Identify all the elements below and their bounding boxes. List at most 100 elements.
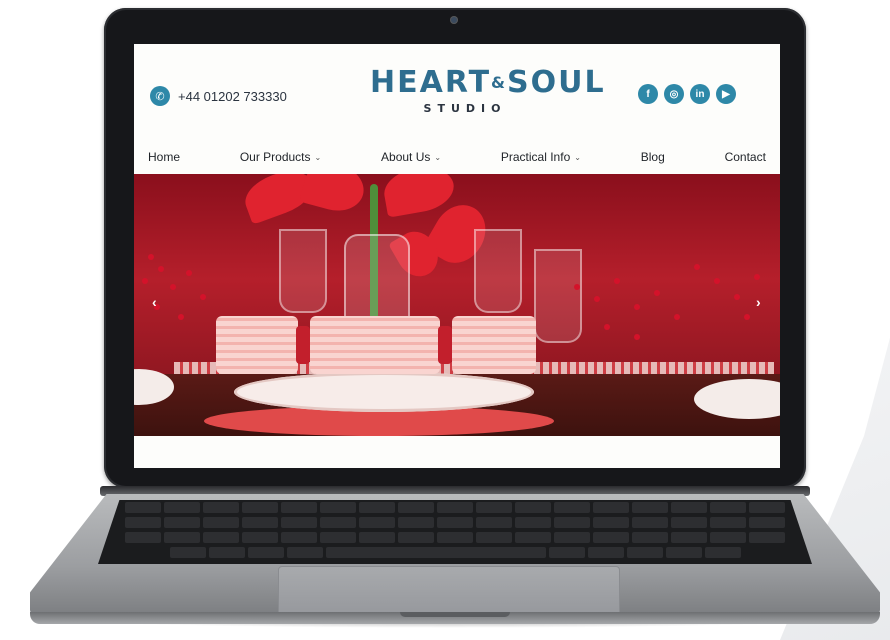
nav-item-home[interactable]: Home [148,150,180,164]
phone-number[interactable]: +44 01202 733330 [178,89,287,104]
cracker-ribbon [296,326,310,364]
key [710,532,746,543]
key [164,532,200,543]
phone-contact[interactable]: ✆ +44 01202 733330 [150,86,287,106]
facebook-icon[interactable]: f [638,84,658,104]
key [749,517,785,528]
cracker-end [216,316,298,374]
nav-item-our-products[interactable]: Our Products ⌄ [240,150,321,164]
nav-item-blog[interactable]: Blog [641,150,665,164]
nav-label: Our Products [239,150,311,164]
berry [634,334,640,340]
social-links: f ◎ in ▶ [638,84,736,104]
berry [694,264,700,270]
key [671,502,707,513]
key [398,502,434,513]
site-header: ✆ +44 01202 733330 HEART&SOUL STUDIO f ◎… [134,44,780,139]
key [398,517,434,528]
berry [734,294,740,300]
key [548,547,585,558]
nav-item-about-us[interactable]: About Us ⌄ [381,150,441,164]
key [169,547,206,558]
linkedin-icon[interactable]: in [690,84,710,104]
berry [170,284,176,290]
logo-subtitle: STUDIO [423,102,507,115]
nav-label: Practical Info [500,150,571,164]
key [593,532,629,543]
key [587,547,624,558]
key [208,547,245,558]
key [281,517,317,528]
instagram-icon[interactable]: ◎ [664,84,684,104]
site-logo[interactable]: HEART&SOUL STUDIO [370,65,606,116]
chevron-down-icon: ⌄ [434,152,442,162]
slider-prev-arrow[interactable]: ‹ [152,294,157,310]
berry [594,296,600,302]
cracker-body [310,316,440,374]
nav-item-contact[interactable]: Contact [725,150,766,164]
laptop-screen: ✆ +44 01202 733330 HEART&SOUL STUDIO f ◎… [134,44,780,468]
key [476,532,512,543]
logo-wordmark: HEART&SOUL [370,65,606,100]
key [242,502,278,513]
key [437,502,473,513]
berry [654,290,660,296]
dinner-plate [234,372,534,412]
key [665,547,702,558]
cracker-ribbon [438,326,452,364]
berry [200,294,206,300]
webcam-icon [450,16,458,24]
key-row [98,532,812,544]
main-nav: Home Our Products ⌄ About Us ⌄ Practical… [134,140,780,174]
key [242,532,278,543]
key-row [98,502,812,514]
slider-next-arrow[interactable]: › [756,294,761,310]
key [632,502,668,513]
key [671,517,707,528]
berry [744,314,750,320]
amaryllis-flower [299,174,369,217]
nav-label: About Us [381,150,431,164]
key [281,532,317,543]
youtube-icon[interactable]: ▶ [716,84,736,104]
spacebar [325,547,546,558]
berry [614,278,620,284]
key [437,532,473,543]
key [515,532,551,543]
key [125,502,161,513]
key [593,502,629,513]
berry [574,284,580,290]
berry [178,314,184,320]
key [671,532,707,543]
key [626,547,663,558]
key [749,502,785,513]
keyboard [98,500,812,564]
key [359,517,395,528]
berry [754,274,760,280]
key [359,502,395,513]
key [359,532,395,543]
key [476,502,512,513]
key [710,502,746,513]
berry [674,314,680,320]
phone-icon: ✆ [150,86,170,106]
key [125,517,161,528]
key [164,502,200,513]
key [203,517,239,528]
chevron-down-icon: ⌄ [574,152,581,162]
key [398,532,434,543]
key [247,547,284,558]
nav-label: Home [148,150,181,164]
key [281,502,317,513]
berry [158,266,164,272]
key [125,532,161,543]
nav-item-practical-info[interactable]: Practical Info ⌄ [501,150,581,164]
berry [634,304,640,310]
key [515,502,551,513]
laptop-lid: ✆ +44 01202 733330 HEART&SOUL STUDIO f ◎… [104,8,806,488]
key [320,502,356,513]
key [203,502,239,513]
berry [186,270,192,276]
chevron-down-icon: ⌄ [314,152,322,162]
key [749,532,785,543]
